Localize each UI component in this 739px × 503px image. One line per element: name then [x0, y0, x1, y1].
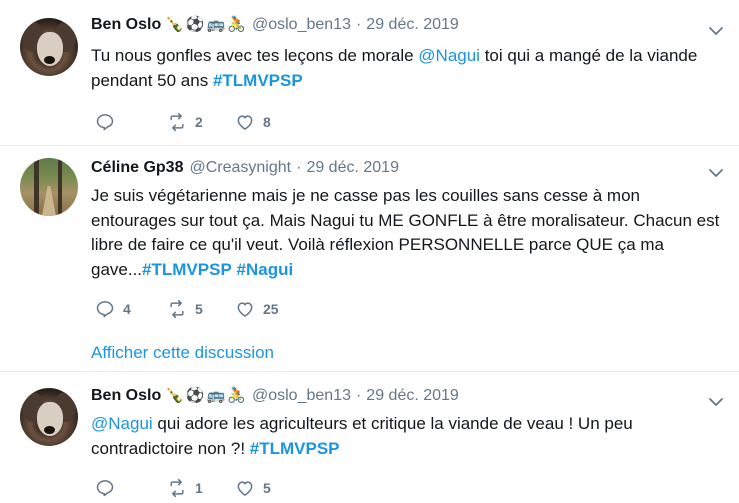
reply-count: 4 — [123, 301, 131, 317]
heart-icon — [237, 481, 253, 496]
like-button[interactable]: 25 — [235, 299, 279, 319]
author-handle[interactable]: @Creasynight — [189, 159, 291, 177]
tweet-header: Ben Oslo 🍾 ⚽ 🚌 🚴 @oslo_ben13 · 29 déc. 2… — [91, 16, 459, 34]
tweet-date[interactable]: 29 déc. 2019 — [366, 16, 459, 34]
avatar[interactable] — [20, 18, 78, 76]
soccer-ball-emoji: ⚽ — [185, 387, 205, 404]
retweet-button[interactable]: 1 — [167, 478, 215, 498]
heart-icon — [237, 302, 253, 317]
heart-icon — [237, 115, 253, 130]
show-thread-link[interactable]: Afficher cette discussion — [91, 343, 274, 363]
bottle-emoji: 🍾 — [165, 16, 184, 33]
like-count: 8 — [263, 114, 271, 130]
text-segment: Tu nous gonfles avec tes leçons de moral… — [91, 46, 419, 65]
text-segment: qui adore les agriculteurs et critique l… — [91, 414, 633, 458]
author-handle[interactable]: @oslo_ben13 — [252, 387, 351, 405]
chevron-down-icon[interactable] — [705, 392, 727, 412]
retweet-count: 2 — [195, 114, 203, 130]
separator-dot: · — [355, 387, 362, 404]
tweet-text: Je suis végétarienne mais je ne casse pa… — [91, 184, 721, 282]
mention-link[interactable]: @Nagui — [418, 46, 480, 65]
chevron-down-icon[interactable] — [705, 21, 727, 41]
author-name[interactable]: Céline Gp38 — [91, 159, 183, 177]
tweet-actions: 2 8 — [95, 112, 315, 132]
reply-icon — [96, 301, 114, 318]
like-count: 25 — [263, 301, 279, 317]
soccer-ball-emoji: ⚽ — [185, 16, 205, 33]
retweet-icon — [170, 478, 184, 498]
retweet-icon — [170, 299, 184, 319]
author-name[interactable]: Ben Oslo — [91, 387, 161, 405]
avatar[interactable] — [20, 158, 78, 216]
mention-link[interactable]: @Nagui — [91, 414, 153, 433]
reply-button[interactable]: 4 — [95, 299, 147, 319]
reply-button[interactable] — [95, 112, 147, 132]
hashtag-link[interactable]: #TLMVPSP — [250, 439, 340, 458]
tweet-text: @Nagui qui adore les agriculteurs et cri… — [91, 412, 721, 461]
author-name[interactable]: Ben Oslo — [91, 16, 161, 34]
tweet-text: Tu nous gonfles avec tes leçons de moral… — [91, 44, 721, 93]
retweet-button[interactable]: 2 — [167, 112, 215, 132]
reply-icon — [96, 114, 114, 131]
retweet-button[interactable]: 5 — [167, 299, 215, 319]
author-handle[interactable]: @oslo_ben13 — [252, 16, 351, 34]
tweet-header: Ben Oslo 🍾 ⚽ 🚌 🚴 @oslo_ben13 · 29 déc. 2… — [91, 387, 459, 405]
hashtag-link[interactable]: #TLMVPSP — [213, 71, 303, 90]
avatar[interactable] — [20, 388, 78, 446]
separator-dot: · — [355, 16, 362, 33]
tweet[interactable]: Céline Gp38 @Creasynight · 29 déc. 2019 … — [0, 146, 739, 372]
tweet-actions: 4 5 25 — [95, 299, 323, 319]
like-button[interactable]: 8 — [235, 112, 271, 132]
author-emojis: 🍾 ⚽ 🚌 🚴 — [165, 16, 246, 34]
tweet-actions: 1 5 — [95, 478, 315, 498]
tweet[interactable]: Ben Oslo 🍾 ⚽ 🚌 🚴 @oslo_ben13 · 29 déc. 2… — [0, 372, 739, 503]
retweet-count: 1 — [195, 480, 203, 496]
reply-button[interactable] — [95, 478, 147, 498]
tweet-header: Céline Gp38 @Creasynight · 29 déc. 2019 — [91, 159, 399, 177]
hashtag-link[interactable]: #Nagui — [237, 260, 294, 279]
bottle-emoji: 🍾 — [165, 387, 184, 404]
bus-emoji: 🚌 — [206, 16, 226, 33]
tweet-date[interactable]: 29 déc. 2019 — [306, 159, 399, 177]
reply-icon — [96, 480, 114, 497]
chevron-down-icon[interactable] — [705, 163, 727, 183]
bus-emoji: 🚌 — [206, 387, 226, 404]
tweet-date[interactable]: 29 déc. 2019 — [366, 387, 459, 405]
hashtag-link[interactable]: #TLMVPSP — [142, 260, 232, 279]
like-button[interactable]: 5 — [235, 478, 271, 498]
like-count: 5 — [263, 480, 271, 496]
tweet[interactable]: Ben Oslo 🍾 ⚽ 🚌 🚴 @oslo_ben13 · 29 déc. 2… — [0, 0, 739, 146]
cyclist-emoji: 🚴 — [227, 387, 246, 404]
separator-dot: · — [296, 159, 302, 176]
retweet-icon — [170, 112, 184, 132]
author-emojis: 🍾 ⚽ 🚌 🚴 — [165, 387, 246, 405]
cyclist-emoji: 🚴 — [227, 16, 246, 33]
retweet-count: 5 — [195, 301, 203, 317]
